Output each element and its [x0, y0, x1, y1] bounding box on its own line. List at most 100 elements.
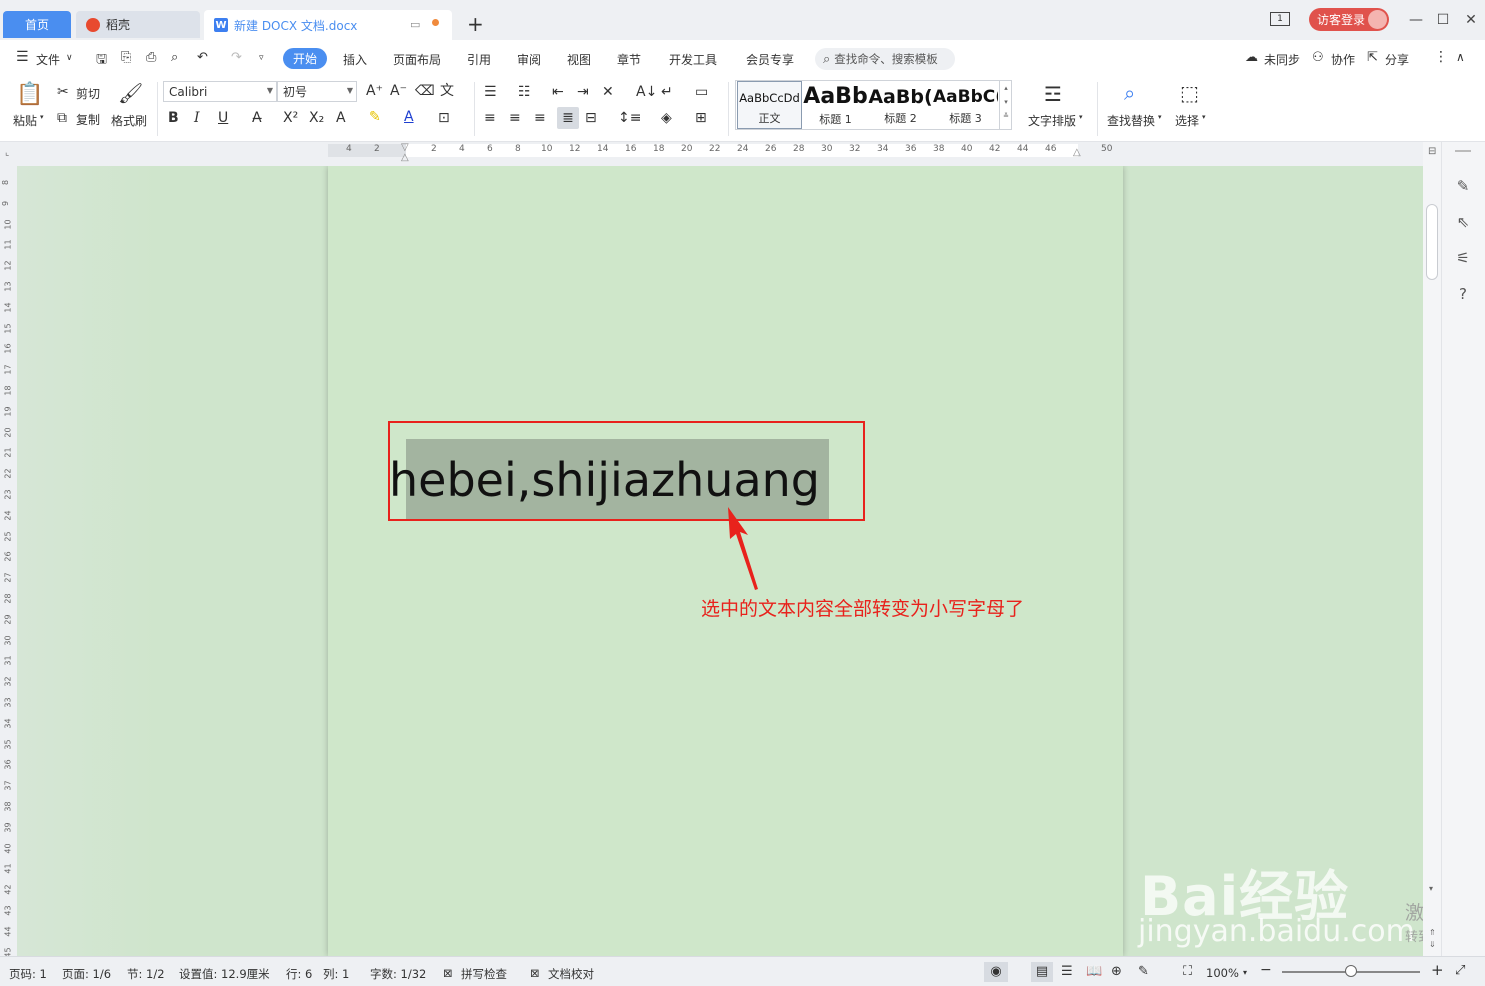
table-tools-icon[interactable]: ▭ [695, 84, 708, 100]
menu-view[interactable]: 视图 [567, 51, 591, 68]
font-color-icon[interactable]: A [404, 109, 414, 125]
align-right-icon[interactable]: ≡ [534, 110, 546, 126]
char-border-icon[interactable]: ⊡ [438, 110, 450, 126]
visitor-login-button[interactable]: 访客登录 [1309, 8, 1389, 31]
text-layout-dropdown-icon[interactable]: ▾ [1079, 113, 1083, 121]
align-left-icon[interactable]: ≡ [484, 110, 496, 126]
new-tab-icon[interactable]: + [467, 14, 484, 34]
clear-format-icon[interactable]: ⌫ [415, 83, 435, 99]
help-icon[interactable]: ? [1452, 283, 1474, 305]
edit-pen-icon[interactable]: ✎ [1452, 175, 1474, 197]
strikethrough-icon[interactable]: A̶ [252, 110, 262, 126]
redo-icon[interactable]: ↷ [231, 50, 242, 65]
numbered-list-icon[interactable]: ☷ [518, 84, 531, 100]
write-mode-icon[interactable]: ✎ [1138, 964, 1149, 979]
minimize-icon[interactable]: — [1406, 10, 1426, 30]
menu-member[interactable]: 会员专享 [746, 51, 794, 68]
settings-sliders-icon[interactable]: ⚟ [1452, 247, 1474, 269]
status-setting[interactable]: 设置值: 12.9厘米 [179, 966, 270, 982]
underline-icon[interactable]: U [218, 110, 228, 126]
borders-icon[interactable]: ⊞ [695, 110, 707, 126]
web-view-icon[interactable]: ⊕ [1111, 964, 1122, 979]
reading-view-icon[interactable]: 📖 [1086, 964, 1102, 979]
copy-button[interactable]: 复制 [76, 111, 100, 128]
share-button[interactable]: 分享 [1385, 51, 1409, 68]
panel-handle[interactable] [1455, 150, 1471, 152]
scroll-down-icon[interactable]: ▾ [1429, 884, 1433, 893]
monitor-icon[interactable]: ▭ [410, 18, 420, 31]
tab-stop-icon[interactable]: ⌞ [5, 148, 9, 158]
find-replace-dropdown-icon[interactable]: ▾ [1158, 113, 1162, 121]
cursor-select-icon[interactable]: ⇖ [1452, 211, 1474, 233]
tab-daoke[interactable]: 稻壳 [76, 11, 200, 38]
phonetic-icon[interactable]: 文 [440, 83, 454, 99]
cut-button[interactable]: 剪切 [76, 85, 100, 102]
bold-icon[interactable]: B [168, 110, 179, 126]
subscript-icon[interactable]: X₂ [309, 110, 324, 126]
increase-font-icon[interactable]: A⁺ [366, 83, 383, 99]
paste-icon[interactable]: 📋 [16, 83, 43, 107]
tab-home[interactable]: 首页 [3, 11, 71, 38]
hamburger-menu-icon[interactable]: ☰ [16, 49, 29, 65]
italic-icon[interactable]: I [194, 110, 200, 126]
status-page-code[interactable]: 页码: 1 [9, 966, 47, 982]
menu-reference[interactable]: 引用 [467, 51, 491, 68]
menu-start[interactable]: 开始 [283, 48, 327, 69]
select-button[interactable]: 选择 [1175, 112, 1199, 129]
highlight-icon[interactable]: ✎ [369, 109, 381, 125]
distribute-icon[interactable]: ⊟ [585, 110, 597, 126]
fit-page-icon[interactable]: ⛶ [1183, 964, 1192, 979]
zoom-level[interactable]: 100% [1206, 966, 1239, 980]
menu-developer[interactable]: 开发工具 [669, 51, 717, 68]
print-preview-icon[interactable]: ⌕ [171, 50, 178, 65]
more-options-icon[interactable]: ⋮ [1434, 49, 1448, 65]
paste-dropdown-icon[interactable]: ▾ [40, 113, 44, 121]
prev-page-icon[interactable]: ⇑ [1429, 928, 1436, 937]
status-words[interactable]: 字数: 1/32 [370, 966, 426, 982]
menu-file[interactable]: 文件 [36, 51, 60, 68]
format-painter-icon[interactable]: 🖌 [118, 82, 143, 104]
scrollbar-thumb[interactable] [1426, 204, 1438, 280]
left-indent-marker[interactable]: △ [401, 152, 409, 163]
doc-proof-button[interactable]: 文档校对 [548, 966, 594, 982]
status-page[interactable]: 页面: 1/6 [62, 966, 111, 982]
page-view-icon[interactable]: ▤ [1031, 962, 1053, 982]
style-heading-2[interactable]: AaBb( 标题 2 [868, 81, 933, 129]
font-name-select[interactable]: Calibri ▼ [163, 81, 277, 102]
style-normal[interactable]: AaBbCcDd 正文 [737, 81, 802, 129]
menu-insert[interactable]: 插入 [343, 51, 367, 68]
decrease-indent-icon[interactable]: ⇤ [552, 84, 564, 100]
zoom-slider-knob[interactable] [1345, 965, 1357, 977]
outline-view-icon[interactable]: ☰ [1061, 964, 1073, 979]
spell-check-button[interactable]: 拼写检查 [461, 966, 507, 982]
decrease-font-icon[interactable]: A⁻ [390, 83, 407, 99]
split-view-icon[interactable]: ⊟ [1428, 146, 1436, 157]
undo-icon[interactable]: ↶ [197, 50, 208, 65]
status-row[interactable]: 行: 6 [286, 966, 312, 982]
status-col[interactable]: 列: 1 [323, 966, 349, 982]
menu-review[interactable]: 审阅 [517, 51, 541, 68]
shading-icon[interactable]: ◈ [661, 110, 672, 126]
page-count-badge[interactable]: 1 [1270, 12, 1290, 26]
quick-access-dropdown-icon[interactable]: ▿ [259, 53, 264, 63]
bullet-list-icon[interactable]: ☰ [484, 84, 497, 100]
save-icon[interactable]: 🖫 [96, 50, 107, 72]
menu-chapter[interactable]: 章节 [617, 51, 641, 68]
font-size-select[interactable]: 初号 ▼ [277, 81, 357, 102]
fullscreen-icon[interactable]: ⤢ [1455, 963, 1465, 978]
style-heading-1[interactable]: AaBb 标题 1 [803, 81, 868, 129]
zoom-in-icon[interactable]: + [1431, 961, 1444, 979]
style-gallery-scroll[interactable]: ▴ ▾ ≚ [999, 81, 1012, 129]
sync-status[interactable]: 未同步 [1264, 51, 1300, 68]
text-layout-button[interactable]: 文字排版 [1028, 112, 1076, 129]
find-replace-button[interactable]: 查找替换 [1107, 112, 1155, 129]
collapse-ribbon-icon[interactable]: ∧ [1456, 50, 1465, 64]
status-section[interactable]: 节: 1/2 [127, 966, 165, 982]
maximize-icon[interactable]: ☐ [1433, 10, 1453, 30]
style-heading-3[interactable]: AaBbC( 标题 3 [933, 81, 998, 129]
next-page-icon[interactable]: ⇓ [1429, 940, 1436, 949]
right-indent-marker[interactable]: △ [1073, 147, 1081, 158]
tab-document[interactable]: W 新建 DOCX 文档.docx ▭ [204, 10, 452, 40]
line-spacing-icon[interactable]: ↕≡ [618, 110, 641, 126]
align-center-icon[interactable]: ≡ [509, 110, 521, 126]
